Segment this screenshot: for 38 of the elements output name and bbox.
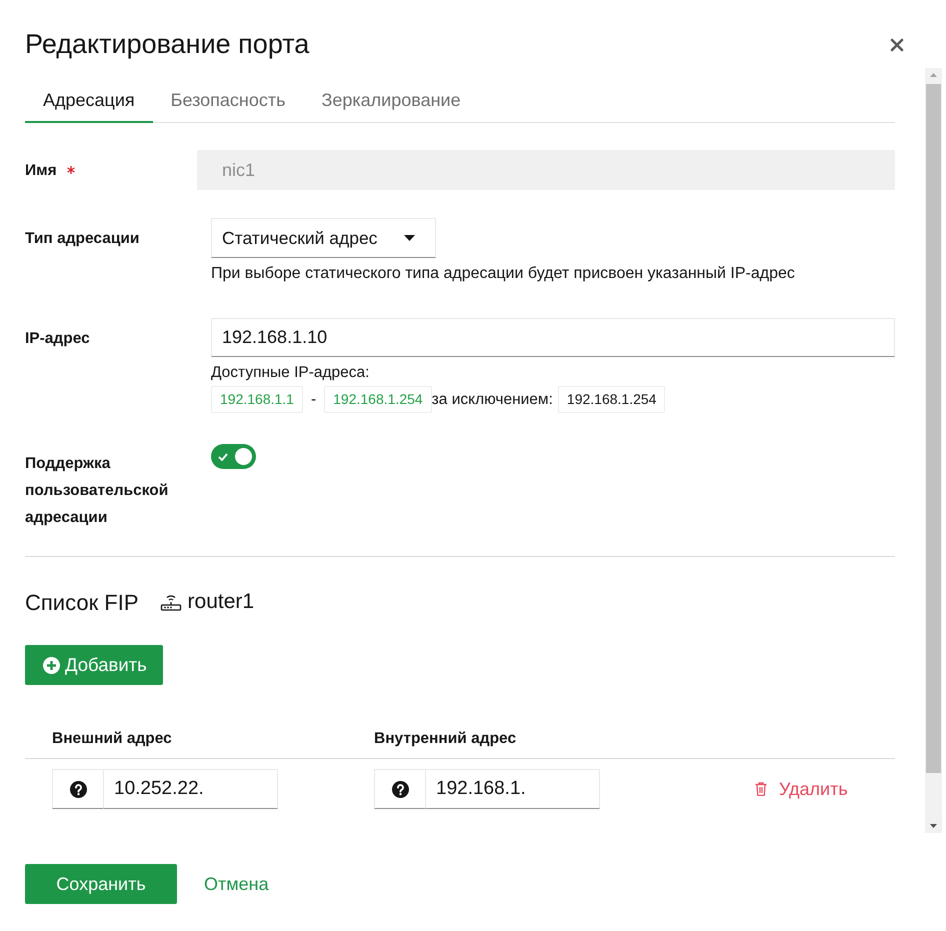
dialog-title: Редактирование порта — [25, 28, 310, 60]
field-label: IP-адрес — [25, 328, 90, 348]
ip-address-field[interactable]: 192.168.1.10 — [211, 318, 895, 357]
available-label: Доступные IP-адреса: — [211, 365, 370, 381]
cancel-link[interactable]: Отмена — [204, 870, 269, 898]
add-button[interactable]: Добавить — [25, 645, 163, 685]
column-header: Внешний адрес — [51, 728, 173, 749]
ip-chip: 192.168.1.254 — [558, 386, 666, 413]
section-title: Список FIP — [25, 588, 139, 616]
ip-chip: 192.168.1.254 — [324, 386, 432, 413]
scrollbar-thumb[interactable] — [926, 84, 941, 773]
check-icon — [218, 452, 228, 460]
tab[interactable]: Адресация — [25, 80, 153, 123]
column-header: Внутренний адрес — [373, 728, 518, 749]
save-button[interactable]: Сохранить — [25, 864, 177, 904]
except-label: за исключением: — [432, 390, 553, 410]
plus-circle-icon — [43, 656, 60, 674]
field-label: Поддержка пользовательской адресации — [25, 454, 170, 528]
close-button[interactable] — [890, 38, 904, 52]
delete-button[interactable]: Удалить — [755, 776, 848, 802]
scrollbar-track[interactable] — [925, 68, 942, 833]
external-address-field[interactable]: 10.252.22. — [104, 769, 278, 809]
hint-text: При выборе статического типа адресации будет присвоен указанный IP-адрес — [211, 265, 796, 283]
caret-down-icon — [404, 235, 415, 241]
tab[interactable]: Безопасность — [152, 80, 304, 123]
toggle-switch[interactable] — [211, 444, 256, 469]
internal-address-field[interactable]: 192.168.1. — [426, 769, 600, 809]
question-circle-icon — [70, 780, 86, 798]
ip-chip: 192.168.1.1 — [211, 386, 303, 413]
question-circle-icon — [392, 780, 408, 798]
close-icon — [890, 38, 904, 52]
router-name: router1 — [188, 589, 254, 616]
trash-icon — [755, 782, 767, 796]
select-dropdown[interactable]: Статический адрес — [211, 218, 436, 258]
field-label: Имя — [25, 160, 57, 180]
field-label: Тип адресации — [25, 228, 140, 248]
range-separator: - — [310, 390, 318, 410]
tab[interactable]: Зеркалирование — [303, 80, 479, 123]
